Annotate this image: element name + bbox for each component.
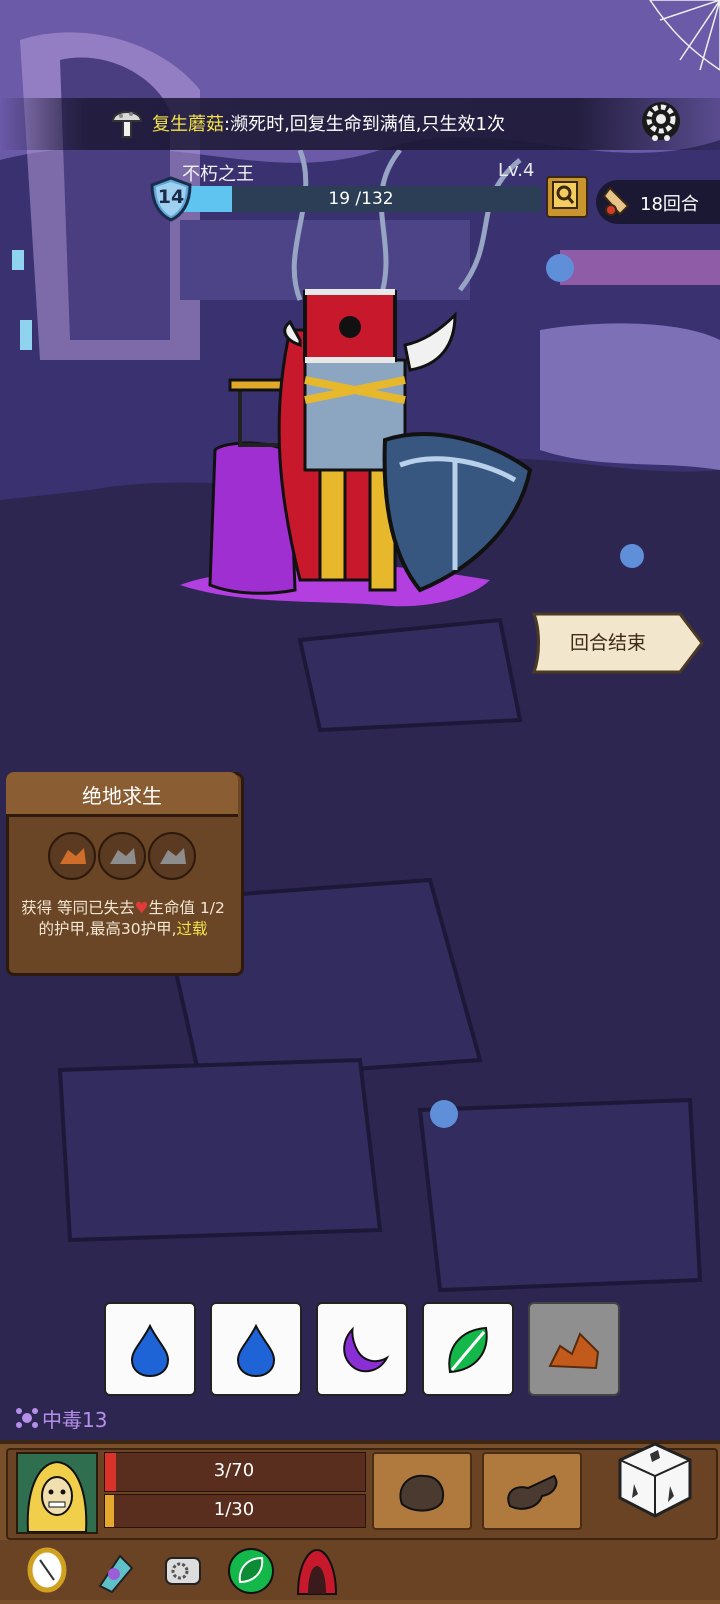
magnifier-icon [552,181,578,209]
rock-slot-icon [160,848,186,864]
enemy-hp-bar: 19 /132 [180,186,542,212]
scroll-icon [602,186,630,216]
scroll-gear-icon[interactable] [158,1546,208,1596]
die-slot-3[interactable] [316,1302,408,1396]
avatar [18,1454,96,1533]
die-slot-4[interactable] [422,1302,514,1396]
smash-icon [507,1474,558,1510]
skill-slot[interactable] [98,832,146,880]
potion-icon[interactable] [90,1546,140,1596]
water-drop-icon [130,1323,170,1378]
player-hp-text: 3/70 [213,1460,255,1481]
enemy-hp-text: 19 /132 [328,189,394,209]
poison-label: 中毒 [42,1408,82,1432]
turn-count-text: 18回合 [640,194,699,215]
player-portrait[interactable] [16,1452,98,1534]
poison-value: 13 [82,1408,108,1432]
inspect-enemy-button[interactable] [546,176,588,218]
leaf-orb-icon[interactable] [226,1546,276,1596]
player-armor-text: 1/30 [213,1499,255,1520]
heart-icon: ♥ [134,899,149,917]
die-slot-1[interactable] [104,1302,196,1396]
moon-icon [343,1326,390,1373]
skill-slot[interactable] [148,832,196,880]
roll-dice-button[interactable] [612,1436,698,1522]
skill-title: 绝地求生 [82,784,162,808]
overload-keyword[interactable]: 过载 [177,920,208,938]
rock-icon [548,1332,600,1370]
rock-slot-icon [60,848,86,864]
enemy-armor-value: 14 [157,186,185,208]
die-slot-2[interactable] [210,1302,302,1396]
fist-icon [399,1474,444,1512]
water-drop-icon [236,1323,276,1378]
action-slot-2[interactable] [482,1452,582,1530]
skill-slot[interactable] [48,832,96,880]
hood-icon[interactable] [292,1546,342,1596]
skill-description: 获得 等同已失去♥生命值 1/2 的护甲,最高30护甲,过载 [12,898,234,940]
poison-status[interactable]: 中毒13 [14,1404,107,1433]
enemy-name: 不朽之王 [182,164,254,185]
enemy-level: Lv.4 [498,160,535,181]
action-slot-1[interactable] [372,1452,472,1530]
die-slot-5[interactable] [528,1302,620,1396]
skill-desc-part1: 获得 等同已失去 [21,899,135,917]
leaf-icon [448,1326,488,1374]
item-effect: 濒死时,回复生命到满值,只生效1次 [230,114,505,135]
item-name: 复生蘑菇 [152,114,224,135]
mushroom-icon [111,111,143,138]
gear-icon[interactable] [638,98,684,144]
mirror-icon[interactable] [22,1546,72,1596]
end-turn-label: 回合结束 [570,632,647,654]
rock-slot-icon [110,848,136,864]
item-info-text: 复生蘑菇:濒死时,回复生命到满值,只生效1次 [152,110,505,136]
